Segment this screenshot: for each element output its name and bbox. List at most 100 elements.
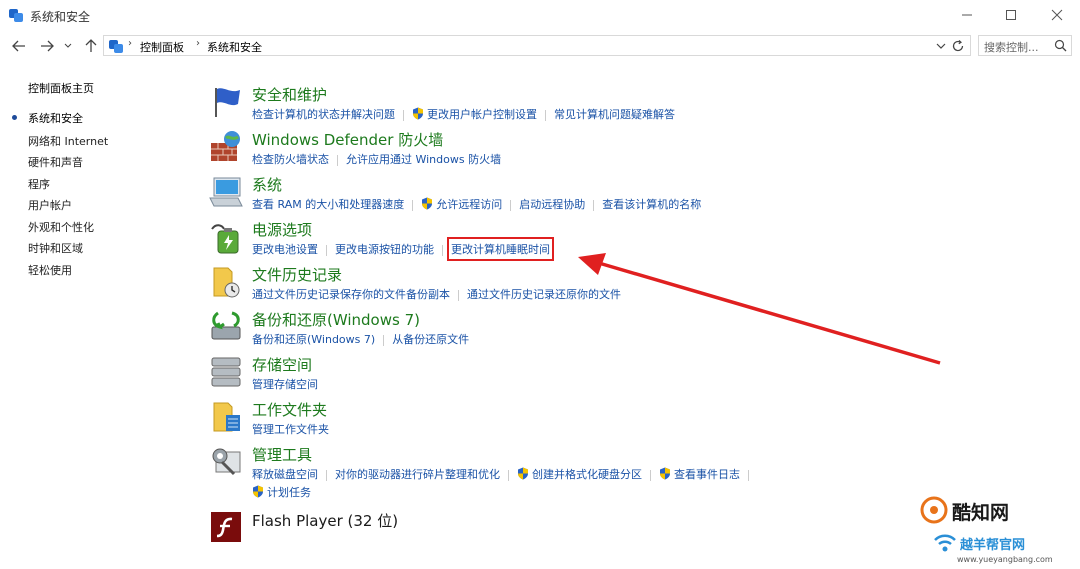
link-remote-assistance[interactable]: 启动远程协助 xyxy=(519,196,585,212)
link-free-disk-space[interactable]: 释放磁盘空间 xyxy=(252,466,318,482)
sidebar-item-programs[interactable]: 程序 xyxy=(28,176,50,192)
link-defragment[interactable]: 对你的驱动器进行碎片整理和优化 xyxy=(335,466,500,482)
link-manage-storage[interactable]: 管理存储空间 xyxy=(252,376,318,392)
category-title[interactable]: Windows Defender 防火墙 xyxy=(252,129,443,150)
address-dropdown-icon[interactable] xyxy=(934,39,948,53)
admin-tools-icon xyxy=(212,448,241,476)
link-separator xyxy=(412,199,414,211)
link-computer-name[interactable]: 查看该计算机的名称 xyxy=(602,196,701,212)
link-create-partitions[interactable]: 创建并格式化硬盘分区 xyxy=(532,466,642,482)
category-title[interactable]: 管理工具 xyxy=(252,444,312,465)
sidebar-item-user-accounts[interactable]: 用户帐户 xyxy=(28,197,72,213)
sidebar-item-appearance[interactable]: 外观和个性化 xyxy=(28,219,94,235)
up-button[interactable] xyxy=(82,37,100,55)
close-button[interactable] xyxy=(1034,0,1080,30)
close-icon xyxy=(1051,9,1063,21)
link-separator xyxy=(337,154,338,166)
window-title: 系统和安全 xyxy=(30,10,91,24)
watermark-logo xyxy=(920,496,948,528)
search-input[interactable]: 搜索控制... xyxy=(984,39,1039,55)
category-title[interactable]: 备份和还原(Windows 7) xyxy=(252,309,420,330)
sidebar-item-clock-region[interactable]: 时钟和区域 xyxy=(28,240,83,256)
uac-shield-icon xyxy=(413,107,423,120)
link-separator xyxy=(748,469,749,481)
link-allow-app[interactable]: 允许应用通过 Windows 防火墙 xyxy=(346,151,501,167)
file-history-icon xyxy=(213,267,240,298)
uac-shield-icon xyxy=(253,485,263,498)
up-arrow-icon xyxy=(85,39,97,52)
firewall-icon xyxy=(211,131,240,161)
watermark-brand-2: 越羊帮官网 xyxy=(960,538,1026,553)
wifi-icon xyxy=(934,534,956,552)
search-icon xyxy=(1054,39,1067,52)
category-title[interactable]: 存储空间 xyxy=(252,354,312,375)
back-arrow-icon xyxy=(12,40,25,52)
breadcrumb-separator-icon: › xyxy=(128,38,132,49)
link-backup-restore-win7[interactable]: 备份和还原(Windows 7) xyxy=(252,331,375,347)
category-title[interactable]: 工作文件夹 xyxy=(252,399,327,420)
sidebar-item-system-security[interactable]: 系统和安全 xyxy=(28,110,83,126)
link-separator xyxy=(442,244,443,256)
link-restore-from-backup[interactable]: 从备份还原文件 xyxy=(392,331,469,347)
sidebar-item-ease-of-access[interactable]: 轻松使用 xyxy=(28,262,72,278)
sidebar-item-network[interactable]: 网络和 Internet xyxy=(28,133,108,149)
flash-icon xyxy=(211,512,241,542)
link-separator xyxy=(403,109,404,121)
active-indicator xyxy=(12,115,17,120)
annotation-arrow xyxy=(578,253,941,365)
link-view-ram[interactable]: 查看 RAM 的大小和处理器速度 xyxy=(252,196,404,212)
maximize-icon xyxy=(1006,10,1016,20)
uac-shield-icon xyxy=(660,467,670,480)
link-remote-access[interactable]: 允许远程访问 xyxy=(436,196,502,212)
sidebar-home-link[interactable]: 控制面板主页 xyxy=(28,80,94,96)
uac-shield-icon xyxy=(422,197,433,210)
category-title[interactable]: 系统 xyxy=(252,174,282,195)
refresh-icon[interactable] xyxy=(950,38,966,54)
link-separator xyxy=(508,469,509,481)
link-separator xyxy=(593,199,595,211)
minimize-button[interactable] xyxy=(944,0,990,30)
breadcrumb-system-security[interactable]: 系统和安全 xyxy=(207,39,262,55)
control-panel-icon xyxy=(9,9,23,22)
title-bar: 系统和安全 xyxy=(0,0,1080,30)
chevron-down-icon xyxy=(64,43,72,48)
link-separator xyxy=(326,244,327,256)
forward-button[interactable] xyxy=(38,37,56,55)
link-save-backup[interactable]: 通过文件历史记录保存你的文件备份副本 xyxy=(252,286,450,302)
link-troubleshoot[interactable]: 常见计算机问题疑难解答 xyxy=(554,106,675,122)
search-box[interactable]: 搜索控制... xyxy=(978,35,1072,56)
control-panel-icon xyxy=(109,40,123,53)
computer-icon xyxy=(209,177,243,207)
breadcrumb-control-panel[interactable]: 控制面板 xyxy=(140,39,184,55)
recent-locations-button[interactable] xyxy=(62,37,74,55)
maximize-button[interactable] xyxy=(988,0,1034,30)
link-firewall-status[interactable]: 检查防火墙状态 xyxy=(252,151,329,167)
watermark-logo-icon xyxy=(920,496,948,524)
watermark-brand-1: 酷知网 xyxy=(952,502,1010,524)
category-title[interactable]: 安全和维护 xyxy=(252,84,327,105)
category-title[interactable]: 文件历史记录 xyxy=(252,264,342,285)
storage-icon xyxy=(211,357,241,387)
link-battery-settings[interactable]: 更改电池设置 xyxy=(252,241,318,257)
address-bar[interactable]: › 控制面板 › 系统和安全 xyxy=(103,35,971,56)
category-title[interactable]: 电源选项 xyxy=(252,219,312,240)
link-change-sleep-time[interactable]: 更改计算机睡眠时间 xyxy=(447,237,554,261)
sidebar-item-hardware-sound[interactable]: 硬件和声音 xyxy=(28,154,83,170)
battery-icon xyxy=(211,224,239,254)
uac-shield-icon xyxy=(518,467,528,480)
link-separator xyxy=(545,109,546,121)
link-event-logs[interactable]: 查看事件日志 xyxy=(674,466,740,482)
link-manage-work-folders[interactable]: 管理工作文件夹 xyxy=(252,421,329,437)
link-separator xyxy=(383,334,385,346)
flag-icon xyxy=(215,88,240,117)
watermark-url: www.yueyangbang.com xyxy=(957,555,1053,564)
link-uac-settings[interactable]: 更改用户帐户控制设置 xyxy=(427,106,537,122)
minimize-icon xyxy=(962,14,972,16)
link-separator xyxy=(650,469,651,481)
link-schedule-tasks[interactable]: 计划任务 xyxy=(267,484,311,500)
back-button[interactable] xyxy=(10,37,28,55)
category-title[interactable]: Flash Player (32 位) xyxy=(252,510,398,531)
link-check-status[interactable]: 检查计算机的状态并解决问题 xyxy=(252,106,395,122)
forward-arrow-icon xyxy=(41,40,54,52)
link-power-button-function[interactable]: 更改电源按钮的功能 xyxy=(335,241,434,257)
